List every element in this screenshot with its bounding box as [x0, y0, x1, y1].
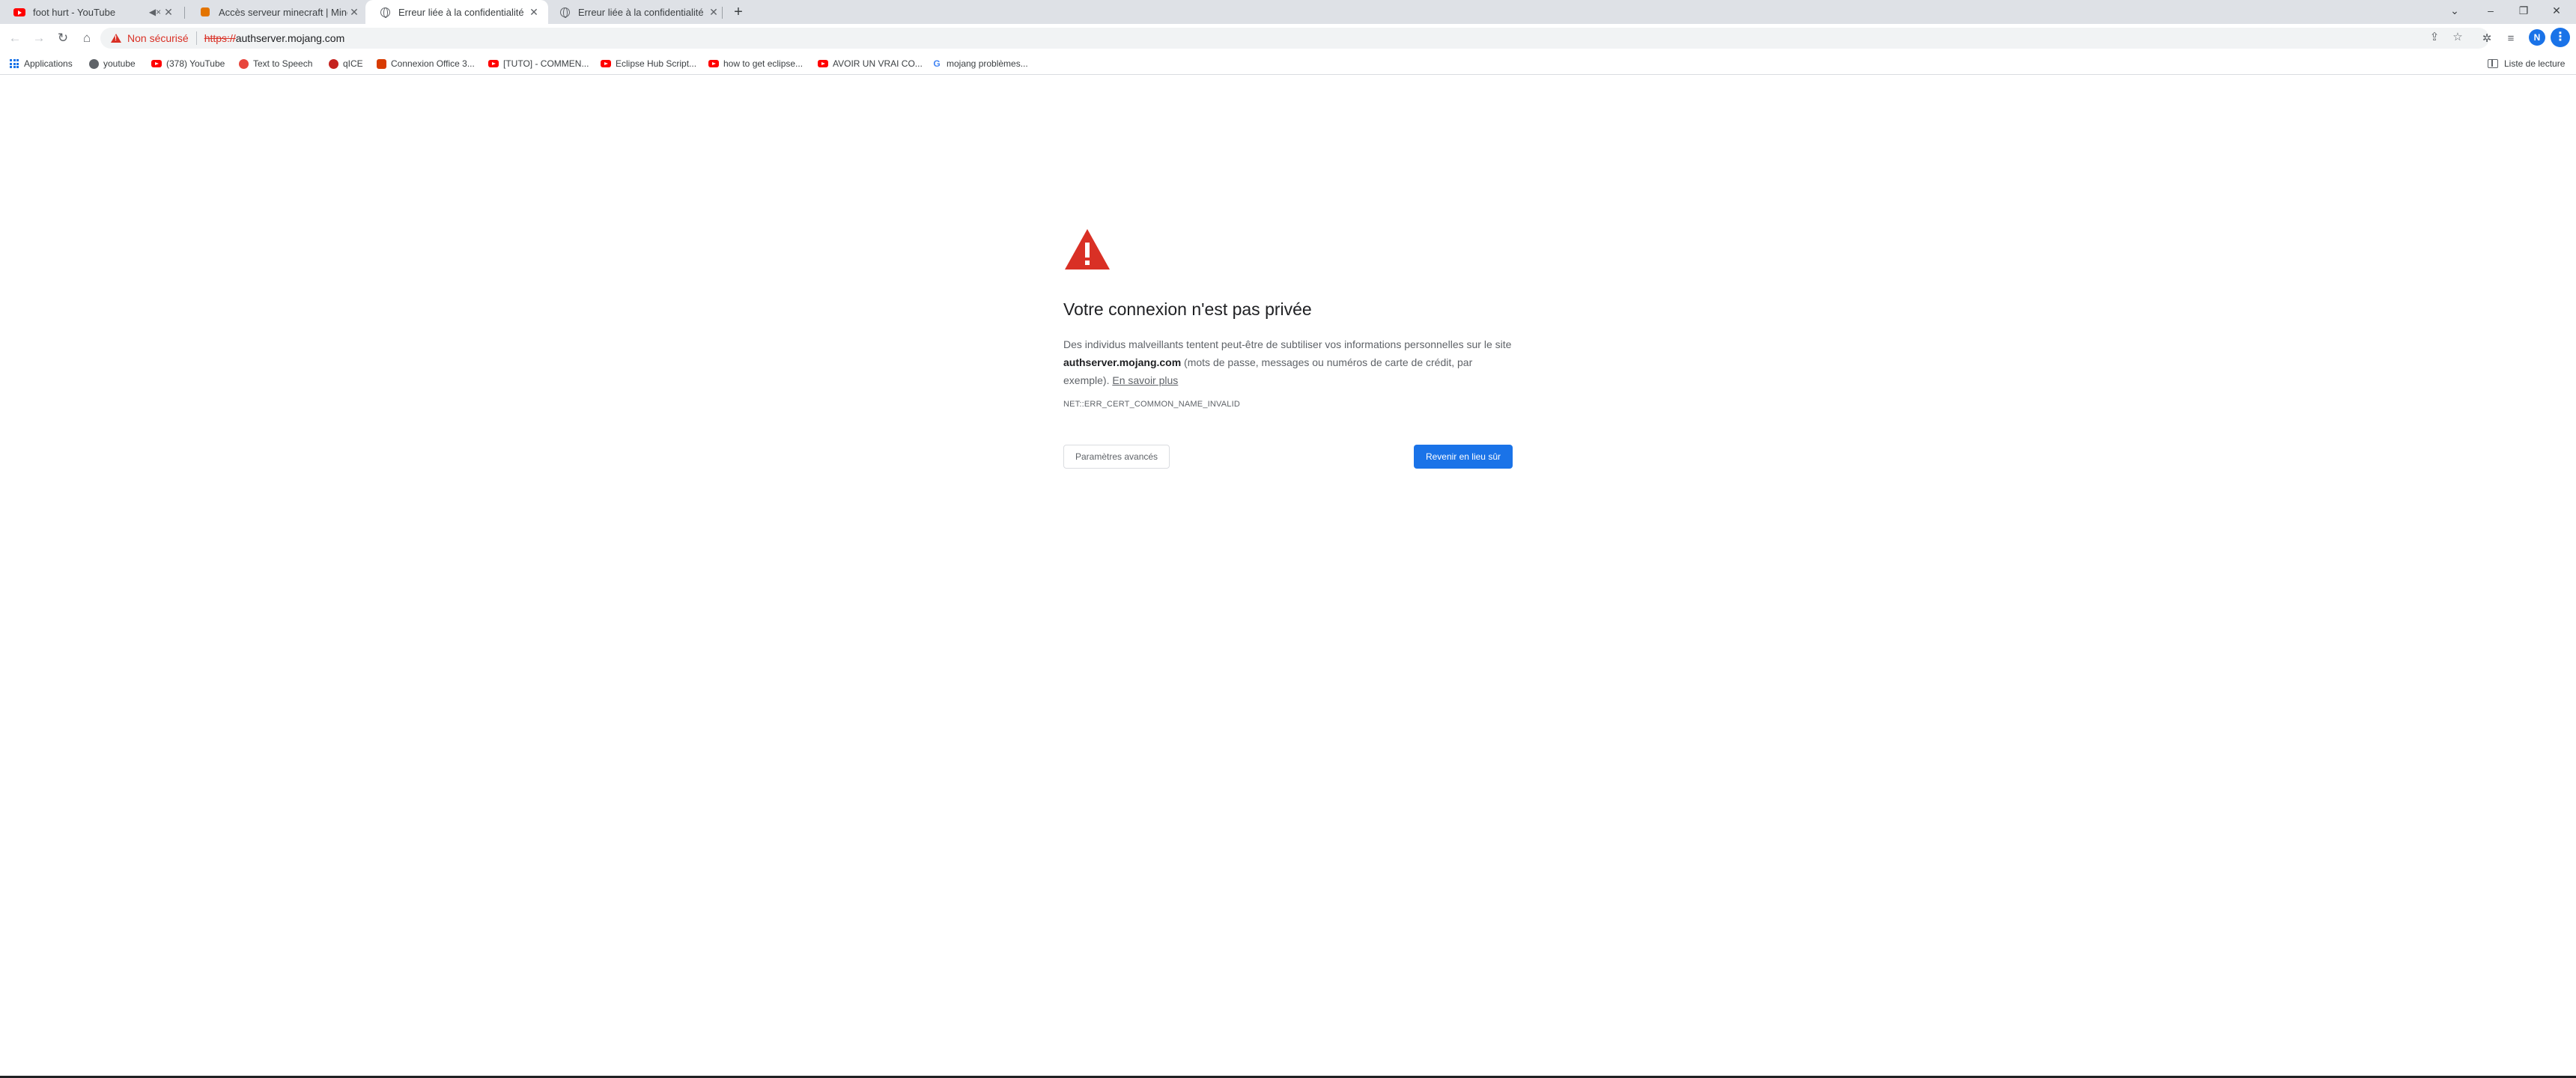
- globe-icon: [379, 6, 391, 18]
- url-scheme: https://: [204, 32, 236, 44]
- bookmark-eclipse-hub[interactable]: Eclipse Hub Script...: [601, 57, 696, 70]
- error-description: Des individus malveillants tentent peut-…: [1063, 335, 1513, 389]
- address-bar[interactable]: Non sécurisé https:// authserver.mojang.…: [100, 28, 2489, 49]
- office-icon: [376, 58, 386, 69]
- bookmark-label: Connexion Office 3...: [391, 58, 475, 69]
- tab-minecraft[interactable]: Accès serveur minecraft | Minecraft ✕: [186, 0, 368, 24]
- youtube-icon: [13, 6, 25, 18]
- url-host: authserver.mojang.com: [235, 32, 345, 44]
- reading-list-label: Liste de lecture: [2504, 58, 2566, 69]
- tab-title: foot hurt - YouTube: [33, 6, 116, 18]
- youtube-icon: [601, 58, 611, 69]
- home-icon[interactable]: ⌂: [76, 28, 97, 49]
- youtube-icon: [151, 58, 162, 69]
- apps-grid-icon: [9, 58, 19, 69]
- bookmark-label: Eclipse Hub Script...: [616, 58, 697, 69]
- bookmark-youtube-378[interactable]: (378) YouTube: [151, 57, 225, 70]
- site-icon: [328, 58, 338, 69]
- omnibox-separator: [195, 31, 197, 45]
- tab-title: Accès serveur minecraft | Minecraft: [219, 6, 347, 18]
- close-icon[interactable]: ✕: [347, 5, 361, 19]
- back-to-safety-button[interactable]: Revenir en lieu sûr: [1413, 445, 1513, 469]
- bookmark-label: Applications: [24, 58, 73, 69]
- bookmark-label: qICE: [343, 58, 363, 69]
- close-icon[interactable]: ✕: [162, 5, 175, 19]
- tab-privacy-error-active[interactable]: Erreur liée à la confidentialité ✕: [365, 0, 548, 24]
- bookmark-label: (378) YouTube: [166, 58, 225, 69]
- tab-strip: foot hurt - YouTube ◀× ✕ Accès serveur m…: [0, 0, 2576, 24]
- learn-more-link[interactable]: En savoir plus: [1112, 374, 1178, 386]
- not-secure-label[interactable]: Non sécurisé: [127, 32, 189, 44]
- minimize-icon[interactable]: –: [2476, 0, 2506, 21]
- media-queue-icon[interactable]: ≡: [2503, 31, 2519, 47]
- youtube-icon: [488, 58, 499, 69]
- warning-triangle-icon[interactable]: [111, 34, 121, 43]
- bookmark-label: youtube: [103, 58, 136, 69]
- youtube-icon: [708, 58, 719, 69]
- speaker-muted-icon[interactable]: ◀×: [148, 5, 162, 19]
- toolbar: ← → ↻ ⌂ Non sécurisé https:// authserver…: [0, 24, 2576, 52]
- reading-list-button[interactable]: Liste de lecture: [2488, 57, 2565, 70]
- bookmark-label: how to get eclipse...: [723, 58, 804, 69]
- google-icon: G: [933, 58, 941, 69]
- back-arrow-icon[interactable]: ←: [4, 28, 25, 49]
- bookmark-star-icon[interactable]: ☆: [2449, 29, 2466, 46]
- bookmark-office[interactable]: Connexion Office 3...: [376, 57, 475, 70]
- bookmark-mojang-problemes[interactable]: G mojang problèmes...: [932, 57, 1028, 70]
- new-tab-button[interactable]: +: [729, 3, 747, 21]
- close-icon[interactable]: ✕: [707, 5, 720, 19]
- button-row: Paramètres avancés Revenir en lieu sûr: [1063, 445, 1513, 469]
- page-title: Votre connexion n'est pas privée: [1063, 299, 1312, 319]
- window-close-icon[interactable]: ✕: [2542, 0, 2572, 21]
- tab-separator: [184, 7, 185, 19]
- site-icon: [238, 58, 249, 69]
- bookmarks-bar: Applications youtube (378) YouTube Text …: [0, 52, 2576, 75]
- tab-title: Erreur liée à la confidentialité: [398, 6, 524, 18]
- bookmark-label: mojang problèmes...: [947, 58, 1028, 69]
- tab-search-chevron-icon[interactable]: ⌄: [2440, 0, 2470, 21]
- tab-title: Erreur liée à la confidentialité: [578, 6, 704, 18]
- reload-icon[interactable]: ↻: [52, 28, 73, 49]
- forward-arrow-icon[interactable]: →: [28, 28, 49, 49]
- site-icon: [199, 6, 211, 18]
- bookmark-label: [TUTO] - COMMEN...: [503, 58, 589, 69]
- description-text: Des individus malveillants tentent peut-…: [1063, 338, 1512, 350]
- advanced-button[interactable]: Paramètres avancés: [1063, 445, 1170, 469]
- share-icon[interactable]: ⇪: [2426, 29, 2443, 46]
- youtube-icon: [818, 58, 828, 69]
- bookmark-label: AVOIR UN VRAI CO...: [833, 58, 923, 69]
- avatar[interactable]: N: [2529, 29, 2545, 46]
- bookmark-applications[interactable]: Applications: [9, 57, 73, 70]
- error-code: NET::ERR_CERT_COMMON_NAME_INVALID: [1063, 400, 1241, 409]
- bookmark-text-to-speech[interactable]: Text to Speech: [238, 57, 312, 70]
- bookmark-tuto[interactable]: [TUTO] - COMMEN...: [488, 57, 589, 70]
- warning-triangle-icon: [1063, 228, 1111, 271]
- more-menu-icon[interactable]: ⋮: [2551, 28, 2570, 47]
- description-host: authserver.mojang.com: [1063, 356, 1182, 368]
- tab-separator: [722, 7, 723, 19]
- reading-list-icon: [2488, 59, 2498, 68]
- bookmark-avoir-un-vrai[interactable]: AVOIR UN VRAI CO...: [818, 57, 923, 70]
- bookmark-youtube[interactable]: youtube: [88, 57, 136, 70]
- restore-icon[interactable]: ❐: [2509, 0, 2539, 21]
- bookmark-how-to-get-eclipse[interactable]: how to get eclipse...: [708, 57, 803, 70]
- bookmark-label: Text to Speech: [253, 58, 313, 69]
- tab-youtube[interactable]: foot hurt - YouTube ◀× ✕: [0, 0, 183, 24]
- tab-privacy-error[interactable]: Erreur liée à la confidentialité ✕: [545, 0, 728, 24]
- site-icon: [88, 58, 99, 69]
- globe-icon: [559, 6, 571, 18]
- close-icon[interactable]: ✕: [527, 5, 541, 19]
- extensions-puzzle-icon[interactable]: ✲: [2479, 31, 2495, 47]
- bookmark-qice[interactable]: qICE: [328, 57, 363, 70]
- privacy-error-panel: Votre connexion n'est pas privée Des ind…: [1063, 228, 1513, 469]
